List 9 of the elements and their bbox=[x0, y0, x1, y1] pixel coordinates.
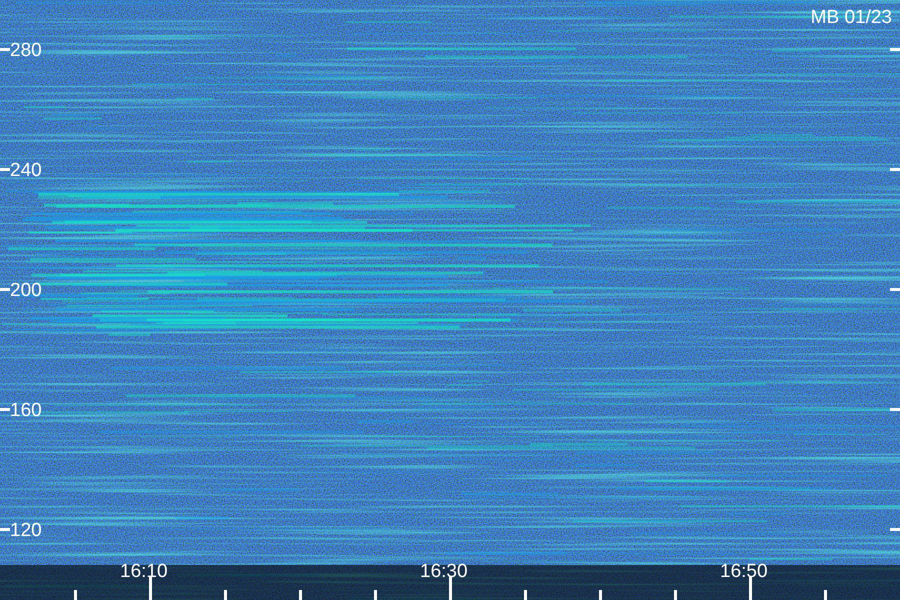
frequency-label: 200 bbox=[10, 281, 42, 300]
frequency-label: 120 bbox=[10, 521, 42, 540]
frequency-label: 240 bbox=[10, 161, 42, 180]
station-label: MB 01/23 bbox=[810, 8, 892, 27]
frequency-label: 160 bbox=[10, 401, 42, 420]
time-label: 16:10 bbox=[120, 562, 168, 581]
time-label: 16:30 bbox=[420, 562, 468, 581]
time-label: 16:50 bbox=[720, 562, 768, 581]
frequency-label: 280 bbox=[10, 41, 42, 60]
